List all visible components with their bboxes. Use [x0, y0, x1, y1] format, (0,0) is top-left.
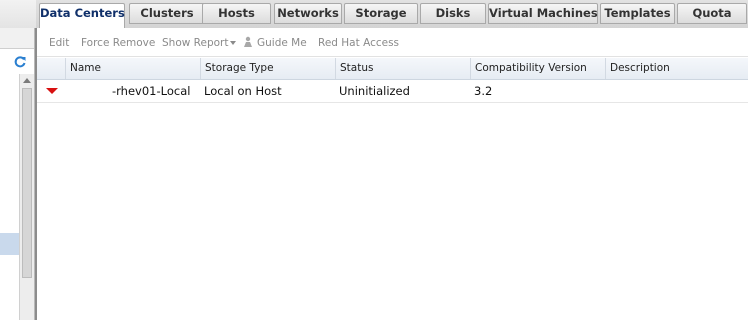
- grid-header: Name Storage Type Status Compatibility V…: [37, 58, 748, 80]
- guide-me-button[interactable]: Guide Me: [257, 37, 307, 49]
- refresh-icon[interactable]: [13, 55, 27, 69]
- column-header-status[interactable]: Status: [335, 58, 470, 79]
- column-header-description[interactable]: Description: [605, 58, 748, 79]
- cell-compatibility-version: 3.2: [474, 84, 493, 98]
- tab-virtual-machines[interactable]: Virtual Machines: [488, 3, 598, 24]
- tab-quota[interactable]: Quota: [677, 3, 747, 24]
- column-header-compatibility-version[interactable]: Compatibility Version: [470, 58, 605, 79]
- scroll-up-icon[interactable]: [23, 78, 31, 83]
- chevron-down-icon: [230, 41, 237, 45]
- left-tree-pane: [0, 28, 35, 320]
- main-tab-bar: Data Centers Clusters Hosts Networks Sto…: [0, 0, 748, 28]
- tab-storage[interactable]: Storage: [344, 3, 418, 24]
- tree-header: [0, 28, 34, 49]
- tab-disks[interactable]: Disks: [420, 3, 486, 24]
- tab-clusters[interactable]: Clusters: [129, 3, 205, 24]
- guide-me-icon: [244, 36, 252, 47]
- cell-description: [605, 80, 609, 102]
- tree-selected-item[interactable]: [0, 233, 19, 255]
- cell-name: -rhev01-Local: [112, 84, 191, 98]
- table-row[interactable]: -rhev01-Local Local on Host Uninitialize…: [37, 80, 748, 103]
- force-remove-button[interactable]: Force Remove: [81, 37, 155, 49]
- tab-templates[interactable]: Templates: [600, 3, 675, 24]
- column-header-storage-type[interactable]: Storage Type: [200, 58, 335, 79]
- tab-hosts[interactable]: Hosts: [202, 3, 271, 24]
- show-report-label: Show Report: [162, 37, 229, 49]
- edit-button[interactable]: Edit: [49, 37, 69, 49]
- banner-left-area: [0, 0, 36, 28]
- tree-scrollbar[interactable]: [19, 74, 34, 320]
- red-hat-access-button[interactable]: Red Hat Access: [318, 37, 399, 49]
- scroll-thumb[interactable]: [22, 88, 32, 278]
- tab-networks[interactable]: Networks: [274, 3, 342, 24]
- cell-status: Uninitialized: [339, 84, 410, 98]
- main-content: Edit Force Remove Show Report Guide Me R…: [35, 28, 748, 320]
- show-report-button[interactable]: Show Report: [162, 37, 237, 49]
- down-arrow-icon: [46, 88, 58, 94]
- tab-data-centers[interactable]: Data Centers: [39, 3, 125, 28]
- rhev-admin-portal: Data Centers Clusters Hosts Networks Sto…: [0, 0, 748, 320]
- status-column-header: [37, 58, 65, 79]
- cell-storage-type: Local on Host: [204, 84, 282, 98]
- column-header-name[interactable]: Name: [65, 58, 200, 79]
- action-toolbar: Edit Force Remove Show Report Guide Me R…: [37, 28, 748, 57]
